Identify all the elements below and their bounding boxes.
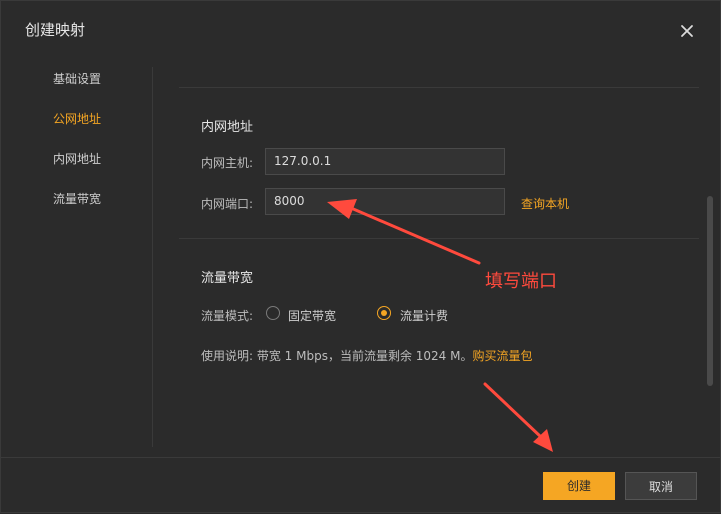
close-icon[interactable] [673,17,701,45]
annotation-arrow-port [349,206,481,265]
annotation-arrowhead-create [533,429,553,452]
cancel-button[interactable]: 取消 [625,472,697,500]
traffic-billing-radio[interactable] [377,306,391,320]
internal-port-input[interactable]: 8000 [265,188,505,215]
footer-divider [1,457,721,458]
usage-note: 使用说明: 带宽 1 Mbps，当前流量剩余 1024 M。购买流量包 [201,347,533,364]
usage-note-text: 使用说明: 带宽 1 Mbps，当前流量剩余 1024 M。 [201,349,473,363]
sidebar-item-bandwidth[interactable]: 流量带宽 [53,190,101,207]
annotation-arrow-create [483,382,543,439]
content-scrollbar[interactable] [707,196,713,386]
dialog-title: 创建映射 [25,21,86,39]
internal-host-input[interactable]: 127.0.0.1 [265,148,505,175]
sidebar-item-basic-settings[interactable]: 基础设置 [53,70,101,87]
fixed-bandwidth-label[interactable]: 固定带宽 [288,307,336,324]
annotation-fill-port: 填写端口 [485,271,557,292]
section-divider-middle [179,238,699,239]
traffic-billing-label[interactable]: 流量计费 [400,307,448,324]
query-local-link[interactable]: 查询本机 [521,195,569,212]
buy-traffic-link[interactable]: 购买流量包 [472,349,532,363]
annotation-arrows [327,199,553,452]
sidebar-item-public-address[interactable]: 公网地址 [53,110,101,127]
bandwidth-title: 流量带宽 [201,271,254,286]
internal-address-title: 内网地址 [201,120,254,135]
internal-port-label: 内网端口: [201,197,254,211]
sidebar-divider [152,67,153,447]
internal-host-label: 内网主机: [201,156,254,170]
traffic-mode-label: 流量模式: [201,309,254,323]
create-mapping-dialog: 创建映射 基础设置 公网地址 内网地址 流量带宽 内网地址 内网主机: 127.… [0,0,721,513]
section-divider-top [179,87,699,88]
sidebar-item-internal-address[interactable]: 内网地址 [53,150,101,167]
create-button[interactable]: 创建 [543,472,615,500]
fixed-bandwidth-radio[interactable] [266,306,280,320]
